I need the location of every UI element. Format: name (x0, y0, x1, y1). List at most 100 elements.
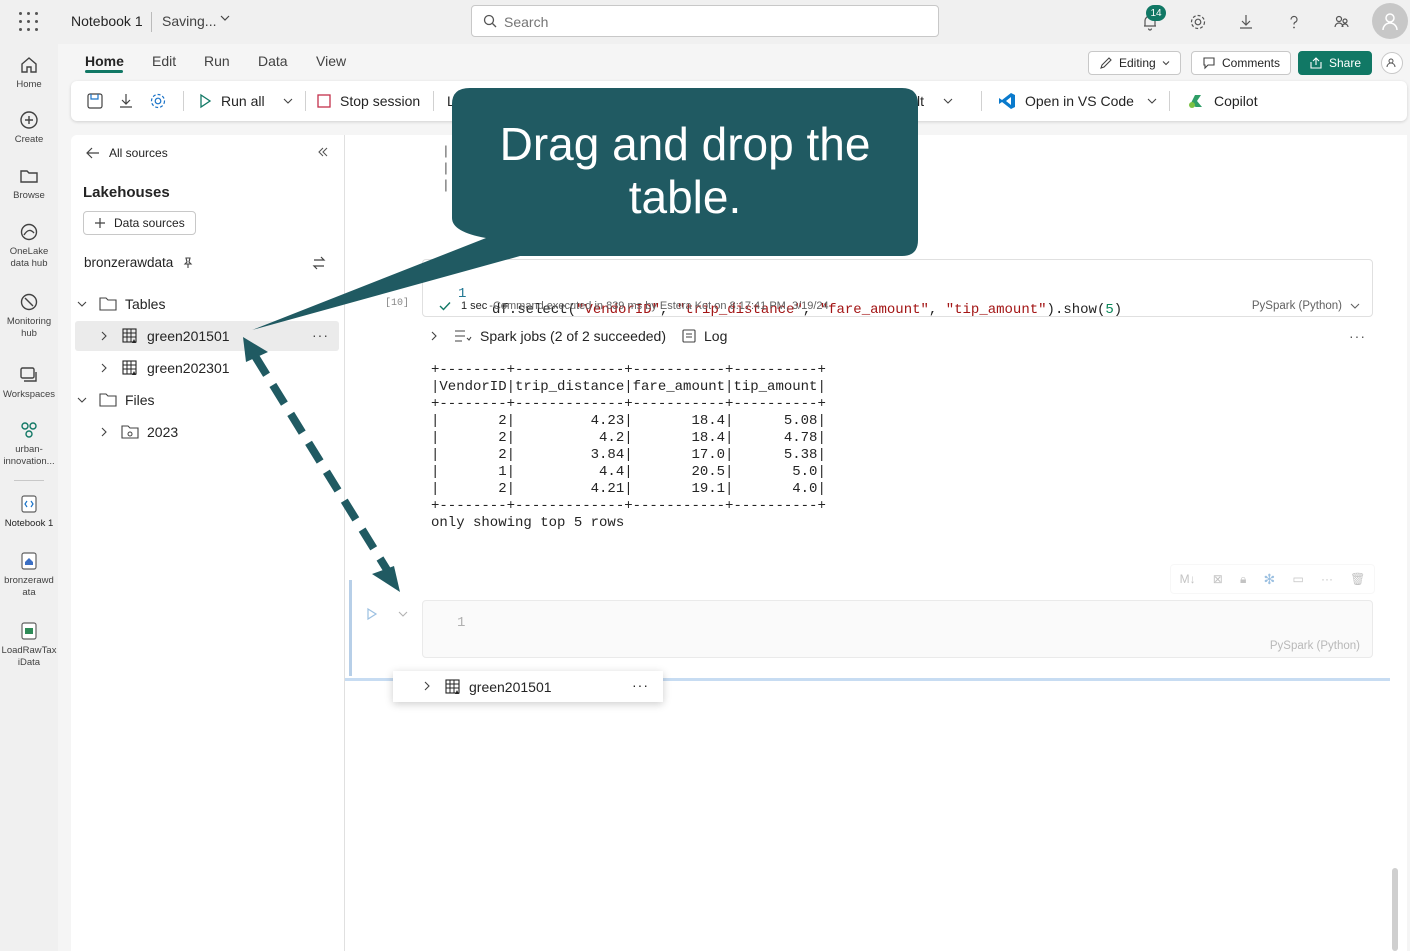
folder-icon (99, 295, 117, 313)
rail-item-create[interactable]: Create (0, 109, 58, 146)
tree-table-item[interactable]: green202301 (75, 353, 339, 383)
feedback-icon[interactable] (1330, 10, 1354, 34)
app-launcher-icon[interactable] (19, 12, 39, 32)
chevron-right-icon[interactable] (97, 330, 111, 342)
chevron-down-icon[interactable] (75, 394, 89, 406)
chevron-right-icon[interactable] (97, 426, 111, 438)
toolbar-divider (1169, 91, 1170, 111)
tree-files-folder[interactable]: Files (75, 385, 339, 415)
rail-item-monitoring[interactable]: Monitoring hub (0, 291, 58, 340)
share-button[interactable]: Share (1298, 51, 1373, 75)
rail-item-browse[interactable]: Browse (0, 165, 58, 202)
gear-icon[interactable] (1186, 10, 1210, 34)
rail-item-notebook[interactable]: Notebook 1 (0, 493, 58, 530)
callout-text: Drag and drop the table. (456, 118, 914, 224)
search-input[interactable] (504, 12, 924, 32)
open-vscode-button[interactable]: Open in VS Code (997, 91, 1134, 111)
onelake-icon (20, 223, 38, 241)
language-label: PySpark (Python) (1251, 300, 1342, 312)
table-name: green201501 (147, 328, 230, 344)
run-all-dropdown[interactable] (283, 91, 293, 111)
download-icon[interactable] (1234, 10, 1258, 34)
environment-dropdown[interactable]: lt (917, 91, 954, 111)
tree-table-item[interactable]: green201501 ··· (75, 321, 339, 351)
notebook-title[interactable]: Notebook 1 (71, 13, 143, 29)
tab-run[interactable]: Run (204, 53, 230, 69)
language-selector[interactable]: PySpark (Python) (1252, 300, 1360, 312)
more-options-icon[interactable]: ··· (1321, 572, 1333, 586)
table-icon (445, 678, 461, 695)
comment-icon[interactable]: ▭ (1292, 572, 1303, 586)
chevron-down-icon[interactable] (75, 298, 89, 310)
rail-label: Workspaces (2, 389, 56, 400)
chevron-right-icon[interactable] (97, 362, 111, 374)
clear-output-icon[interactable]: ⊠ (1213, 572, 1223, 586)
freeze-icon[interactable]: ✻ (1264, 571, 1276, 588)
plus-circle-icon (20, 111, 38, 129)
chevron-down-icon (1350, 303, 1360, 309)
run-cell-icon[interactable] (365, 607, 379, 626)
all-sources-link[interactable]: All sources (85, 145, 168, 161)
hidden-toolbar-item[interactable]: L (447, 91, 455, 111)
stop-session-label: Stop session (340, 93, 421, 109)
notification-badge: 14 (1146, 5, 1166, 21)
help-icon[interactable] (1282, 10, 1306, 34)
tab-view[interactable]: View (316, 53, 346, 69)
rail-item-bronzerawdata[interactable]: bronzerawdata (0, 550, 58, 599)
collaborators-icon[interactable] (1381, 52, 1403, 74)
tree-file-folder[interactable]: 2023 (75, 417, 339, 447)
save-notebook-icon[interactable] (85, 91, 105, 111)
empty-code-cell[interactable]: 1 PySpark (Python) (422, 600, 1373, 658)
list-icon (455, 330, 472, 342)
tab-home[interactable]: Home (85, 53, 124, 69)
lock-icon[interactable]: 🔒︎ (1240, 572, 1246, 587)
search-box[interactable] (471, 5, 939, 37)
share-label: Share (1329, 56, 1362, 70)
run-all-button[interactable]: Run all (197, 91, 265, 111)
rail-item-workspace[interactable]: urban-innovation... (0, 419, 58, 468)
stop-icon (317, 94, 331, 108)
open-vscode-label: Open in VS Code (1025, 93, 1134, 109)
rail-item-loadrawtaxidata[interactable]: LoadRawTaxiData (0, 620, 58, 669)
avatar[interactable] (1372, 3, 1408, 39)
line-number: 1 (457, 615, 466, 631)
comments-button[interactable]: Comments (1191, 51, 1292, 75)
output-more-icon[interactable]: ··· (1349, 328, 1366, 344)
chevron-down-icon (943, 98, 953, 104)
switch-lakehouse-icon[interactable] (311, 255, 327, 276)
chevron-right-icon[interactable] (428, 330, 440, 342)
settings-icon[interactable] (149, 91, 167, 111)
more-options-icon[interactable]: ··· (312, 327, 329, 343)
drag-preview-item[interactable]: green201501 ··· (393, 671, 663, 702)
rail-label: OneLake data hub (9, 246, 49, 269)
language-label[interactable]: PySpark (Python) (1270, 640, 1360, 652)
log-label[interactable]: Log (704, 328, 727, 344)
vscode-icon (999, 93, 1015, 109)
lakehouse-explorer: All sources Lakehouses Data sources bron… (71, 135, 345, 951)
rail-item-home[interactable]: Home (0, 54, 58, 91)
rail-item-onelake[interactable]: OneLake data hub (0, 221, 58, 270)
download-icon[interactable] (117, 91, 135, 111)
editing-mode-button[interactable]: Editing (1088, 51, 1181, 75)
tree-tables-folder[interactable]: Tables (75, 289, 339, 319)
chevron-down-icon[interactable] (397, 607, 409, 625)
spark-jobs-row[interactable]: Spark jobs (2 of 2 succeeded) Log (428, 328, 727, 344)
markdown-toggle-icon[interactable]: M↓ (1180, 572, 1196, 586)
lakehouse-name[interactable]: bronzerawdata (84, 255, 195, 270)
delete-icon[interactable]: 🗑︎ (1350, 572, 1365, 586)
chevron-down-icon[interactable] (220, 12, 230, 26)
tab-data[interactable]: Data (258, 53, 288, 69)
scrollbar-thumb[interactable] (1392, 868, 1398, 951)
collapse-pane-icon[interactable] (317, 145, 329, 161)
rail-label: Notebook 1 (4, 518, 54, 529)
add-data-sources-button[interactable]: Data sources (83, 211, 196, 235)
copilot-button[interactable]: Copilot (1186, 91, 1258, 111)
tab-edit[interactable]: Edit (152, 53, 176, 69)
pin-icon[interactable] (181, 256, 195, 270)
title-divider (151, 12, 152, 32)
code-cell[interactable]: 1 df.select("VendorID", "trip_distance",… (422, 259, 1373, 318)
stop-session-button[interactable]: Stop session (316, 91, 420, 111)
vscode-dropdown[interactable] (1147, 91, 1157, 111)
rail-item-workspaces[interactable]: Workspaces (0, 364, 58, 401)
rail-divider (14, 480, 44, 481)
